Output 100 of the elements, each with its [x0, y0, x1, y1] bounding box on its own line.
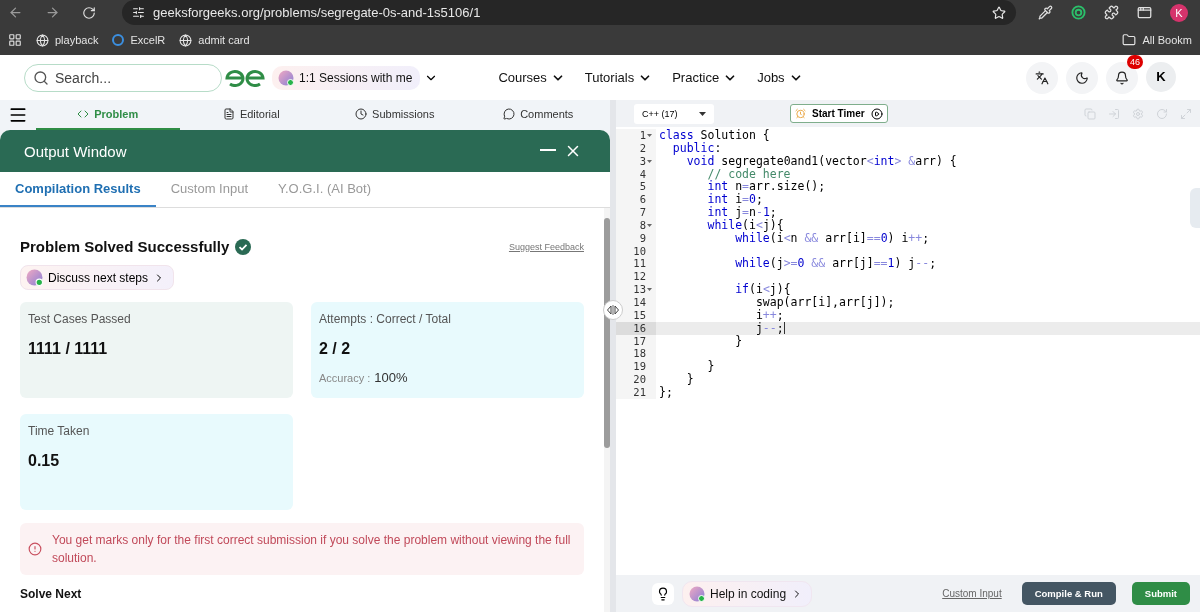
compile-run-button[interactable]: Compile & Run — [1021, 582, 1116, 605]
line-number: 20 — [633, 373, 646, 386]
help-button[interactable]: Help in coding — [682, 580, 813, 607]
stat-value: 2 / 2 — [319, 340, 352, 358]
menu-icon[interactable] — [8, 105, 28, 125]
url-text: geeksforgeeks.org/problems/segregate-0s-and-1s5106/1 — [153, 5, 481, 20]
line-number: 2 — [639, 141, 646, 155]
line-number: 17 — [633, 334, 646, 348]
avatar-icon — [278, 69, 294, 86]
submit-button[interactable]: Submit — [1131, 582, 1190, 605]
target-icon[interactable] — [1071, 5, 1086, 20]
line-number: 6 — [639, 193, 646, 207]
nav-menu-item[interactable]: Practice — [672, 70, 738, 85]
check-circle-icon — [235, 238, 252, 255]
code-line: j--; — [754, 321, 785, 335]
code-line: } — [685, 373, 694, 386]
start-timer-button[interactable]: Start Timer — [790, 104, 888, 123]
nav-menu-item[interactable]: Jobs — [757, 70, 803, 85]
scrollbar-thumb[interactable] — [604, 218, 610, 448]
site-icon — [112, 34, 125, 46]
translate-button[interactable] — [1026, 61, 1058, 94]
caret-icon — [699, 111, 706, 116]
nav-menu-item[interactable]: Courses — [498, 70, 565, 85]
notifications-button[interactable] — [1106, 61, 1138, 94]
line-number: 15 — [633, 308, 646, 322]
fold-icon[interactable] — [647, 288, 652, 292]
clock-icon — [355, 108, 368, 120]
pipette-icon[interactable] — [1038, 5, 1053, 20]
sessions-button[interactable]: 1:1 Sessions with me — [272, 65, 421, 90]
window-icon[interactable] — [1137, 5, 1152, 20]
apps-icon[interactable] — [8, 33, 22, 47]
accuracy-label: Accuracy : — [319, 372, 371, 384]
text-cursor — [783, 322, 785, 335]
folder-icon — [1122, 33, 1137, 47]
line-number: 9 — [639, 231, 646, 245]
line-number: 11 — [633, 257, 646, 271]
stat-label: Time Taken — [28, 424, 91, 438]
problem-tab[interactable]: Comments — [466, 100, 610, 130]
hint-button[interactable] — [652, 582, 674, 605]
status-heading: Problem Solved Successfully — [20, 238, 230, 255]
code-line: } — [706, 360, 715, 374]
line-number: 18 — [633, 347, 646, 361]
code-line: // code here — [706, 167, 791, 181]
globe-icon — [36, 33, 49, 47]
moon-icon — [1075, 70, 1089, 85]
line-number: 12 — [633, 270, 646, 284]
avatar-icon — [689, 585, 705, 602]
custom-input-link[interactable]: Custom Input — [942, 588, 1002, 599]
lightbulb-icon — [656, 586, 670, 601]
minimize-icon — [540, 149, 556, 151]
address-bar[interactable]: geeksforgeeks.org/problems/segregate-0s-and-1s5106/1 — [122, 0, 1016, 25]
forward-icon[interactable] — [45, 5, 60, 20]
line-number: 3 — [639, 154, 646, 168]
code-line: int n=arr.size(); — [706, 180, 826, 194]
fold-icon[interactable] — [647, 159, 652, 163]
line-number: 13 — [633, 283, 646, 296]
reload-icon[interactable] — [82, 5, 96, 20]
line-number: 5 — [639, 180, 646, 194]
alarm-clock-icon — [795, 108, 806, 119]
bookmark-link[interactable]: playback — [36, 33, 99, 47]
window-title: Output Window — [24, 142, 128, 160]
bookmarks-folder[interactable]: All Bookm — [1122, 33, 1192, 47]
line-number: 7 — [639, 206, 646, 219]
side-panel-handle[interactable] — [1190, 188, 1200, 228]
chat-icon — [503, 108, 516, 120]
dark-mode-button[interactable] — [1066, 61, 1098, 94]
line-number: 16 — [633, 321, 646, 335]
puzzle-icon[interactable] — [1104, 5, 1119, 20]
bookmark-link[interactable]: admit card — [179, 33, 250, 47]
code-line: }; — [658, 385, 673, 399]
discuss-button[interactable]: Discuss next steps — [20, 265, 175, 290]
suggest-feedback-link[interactable]: Suggest Feedback — [508, 241, 584, 252]
site-settings-icon[interactable] — [132, 6, 145, 19]
line-number: 21 — [633, 385, 646, 399]
line-number: 10 — [633, 244, 646, 258]
globe-icon — [179, 33, 193, 47]
language-dropdown[interactable]: C++ (17) — [634, 103, 714, 124]
avatar-icon — [26, 269, 43, 286]
problem-tab[interactable]: Editorial — [179, 100, 323, 130]
user-avatar[interactable]: K — [1146, 61, 1176, 92]
profile-avatar[interactable]: K — [1170, 3, 1188, 22]
back-icon[interactable] — [8, 5, 23, 20]
star-icon[interactable] — [992, 5, 1006, 20]
play-icon — [870, 107, 883, 120]
bookmark-link[interactable]: ExcelR — [112, 34, 166, 46]
output-tab[interactable]: Compilation Results — [0, 172, 156, 207]
bell-icon — [1115, 70, 1129, 85]
translate-icon — [1035, 70, 1049, 85]
stat-label: Attempts : Correct / Total — [319, 312, 452, 326]
code-line: } — [734, 334, 743, 348]
fold-icon[interactable] — [647, 133, 652, 137]
nav-menu-item[interactable]: Tutorials — [584, 70, 653, 85]
search-field[interactable]: Search... — [24, 63, 222, 92]
problem-tab[interactable]: Submissions — [323, 100, 467, 130]
warning-text: You get marks only for the first correct submission if you solve the problem without viewing the full solution. — [52, 532, 572, 567]
line-number: 1 — [639, 129, 646, 142]
document-icon — [222, 108, 235, 120]
line-number: 14 — [633, 295, 646, 309]
fold-icon[interactable] — [647, 223, 652, 227]
code-line: int j=n-1; — [706, 206, 777, 219]
